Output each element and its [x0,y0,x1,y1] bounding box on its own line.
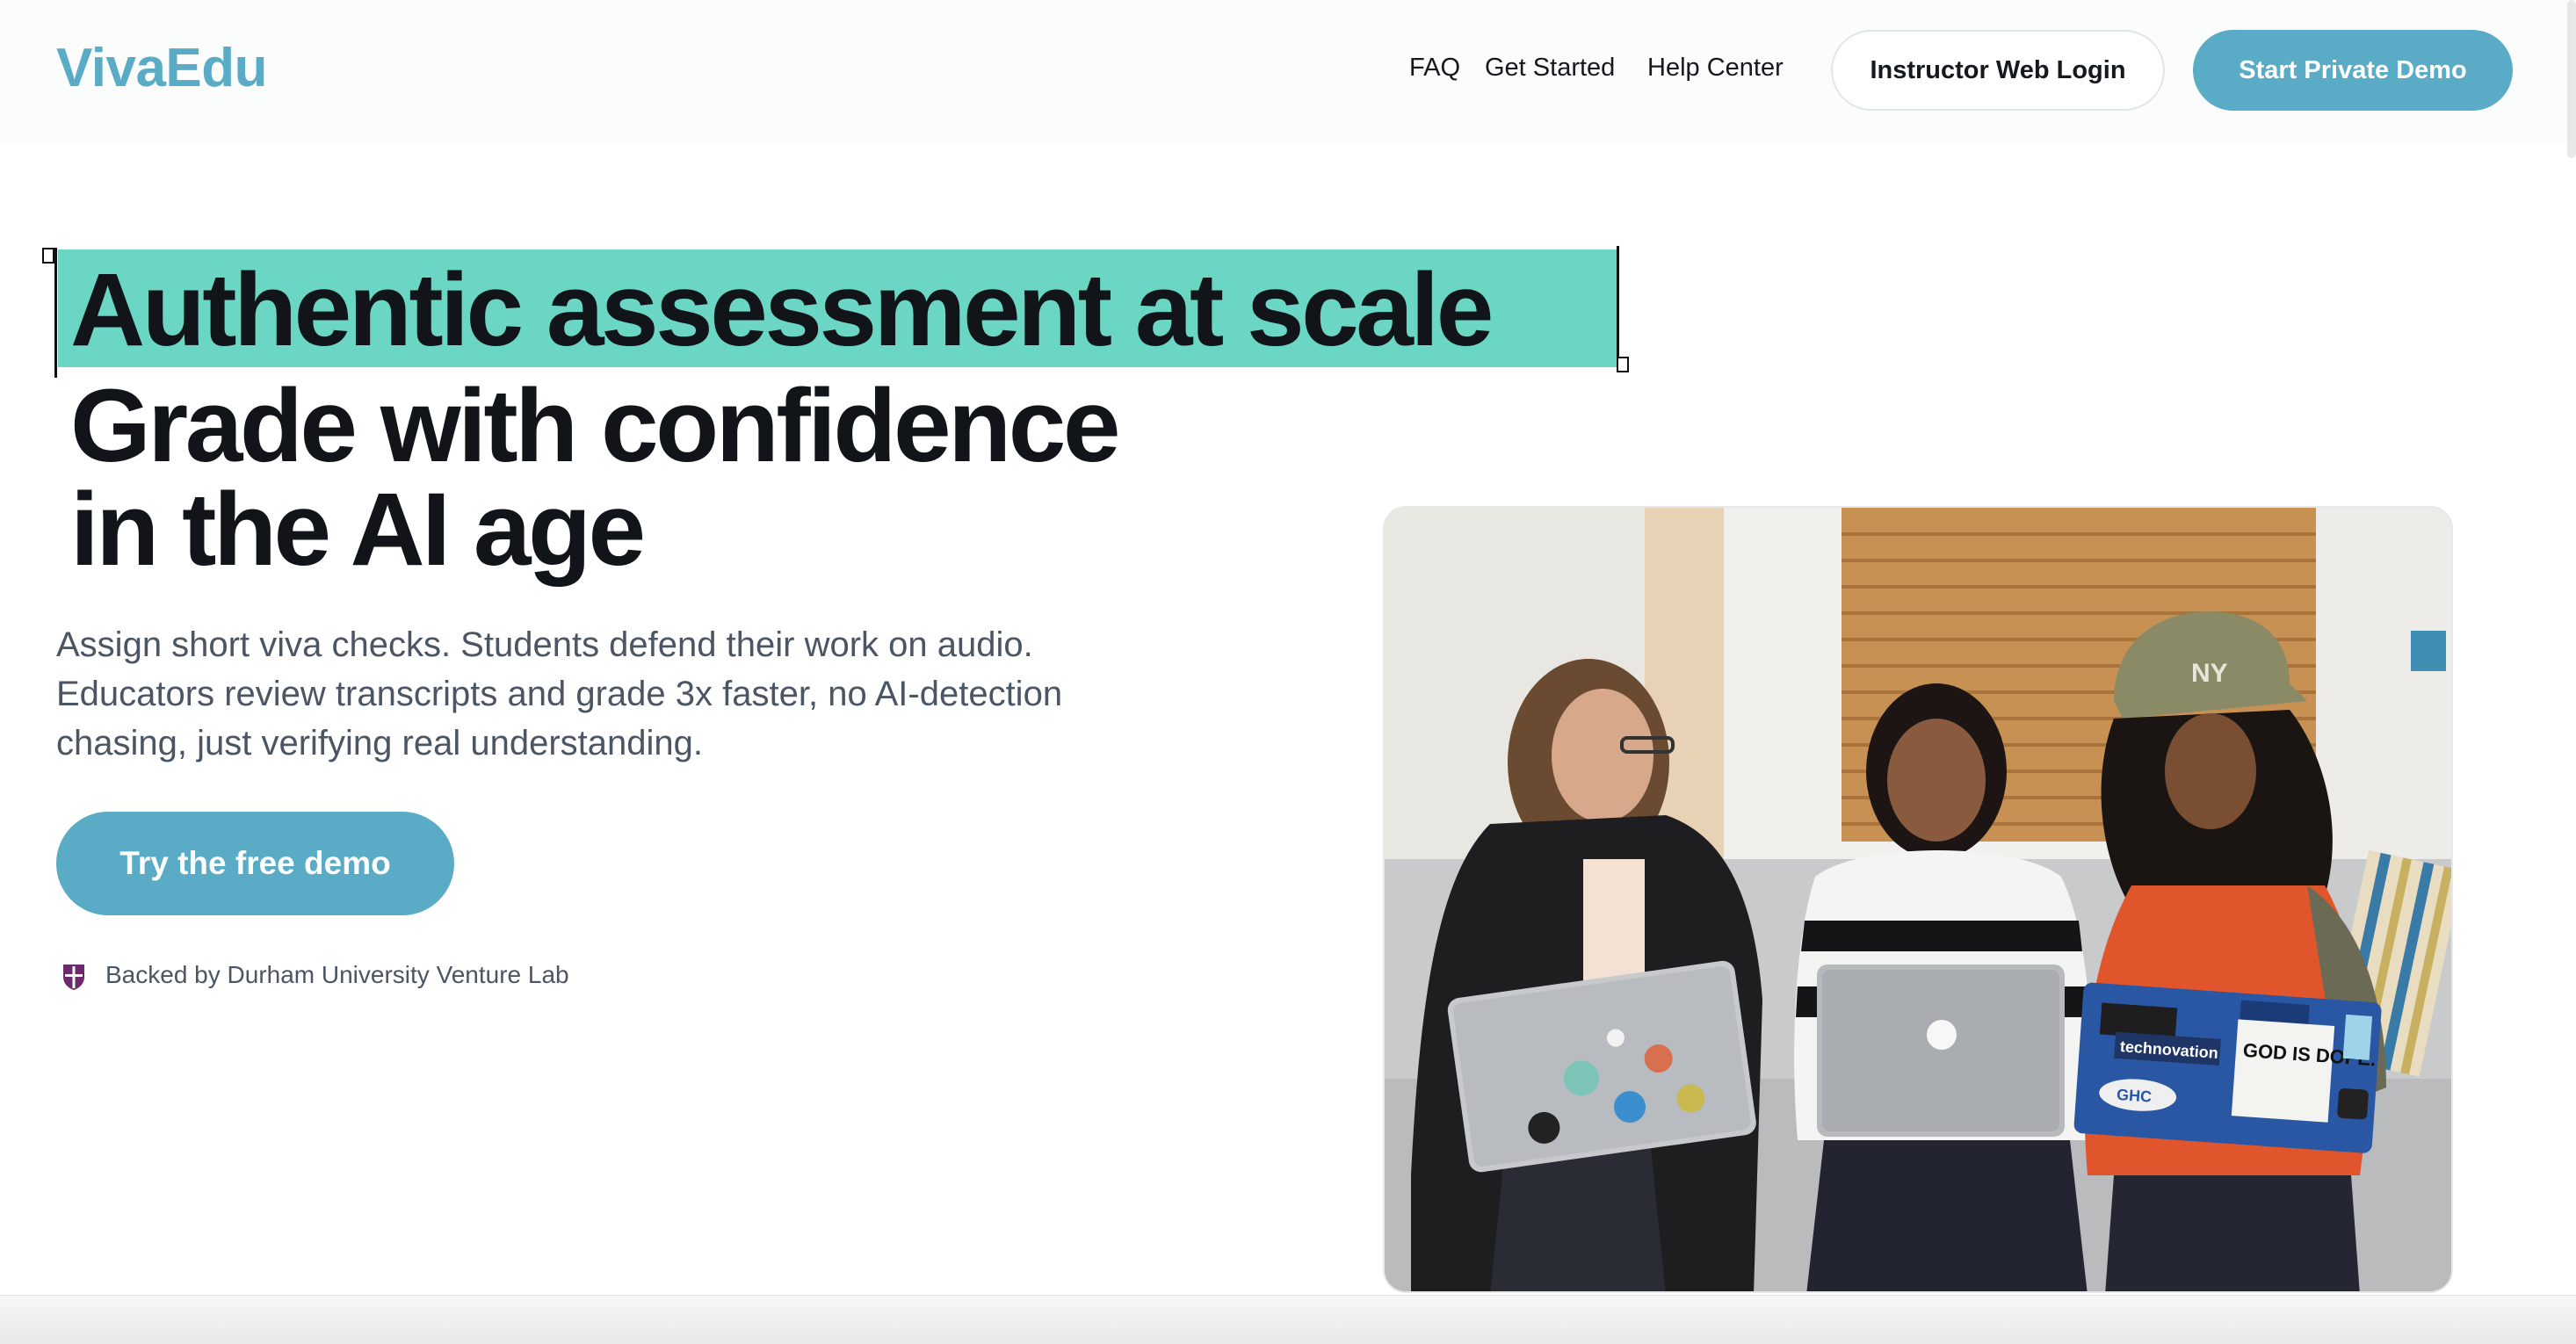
top-navbar: VivaEdu FAQ Get Started Help Center Inst… [0,0,2576,142]
nav-link-faq[interactable]: FAQ [1409,54,1460,83]
scrollbar[interactable] [2567,0,2576,158]
sticker-ghc: GHC [2116,1086,2152,1106]
hero-title-line-3: in the AI age [70,472,646,588]
selection-start-caret [54,248,57,378]
hero-title-highlighted: Authentic assessment at scale [70,252,1494,368]
try-free-demo-button[interactable]: Try the free demo [56,812,454,915]
brand-logo[interactable]: VivaEdu [56,37,268,99]
next-section-edge [0,1295,2576,1344]
selection-end-caret [1617,246,1619,369]
students-with-laptops-illustration: NY technovation GOD IS DOPE. GHC [1385,508,2451,1291]
backed-by-text: Backed by Durham University Venture Lab [105,961,569,988]
selection-end-handle[interactable] [1617,357,1629,372]
nav-link-get-started[interactable]: Get Started [1485,54,1615,83]
instructor-login-button[interactable]: Instructor Web Login [1831,30,2165,111]
hero-lead-paragraph: Assign short viva checks. Students defen… [56,625,1063,762]
hero-photo-students-laptops: NY technovation GOD IS DOPE. GHC [1383,506,2453,1293]
landing-page: VivaEdu FAQ Get Started Help Center Inst… [0,0,2576,1344]
start-private-demo-button[interactable]: Start Private Demo [2193,30,2513,111]
nav-link-help-center[interactable]: Help Center [1647,54,1784,83]
shield-crest-icon [63,965,84,990]
selection-start-handle[interactable] [42,248,54,264]
cap-logo: NY [2191,659,2228,688]
hero-title-line-2: Grade with confidence [70,368,1120,484]
